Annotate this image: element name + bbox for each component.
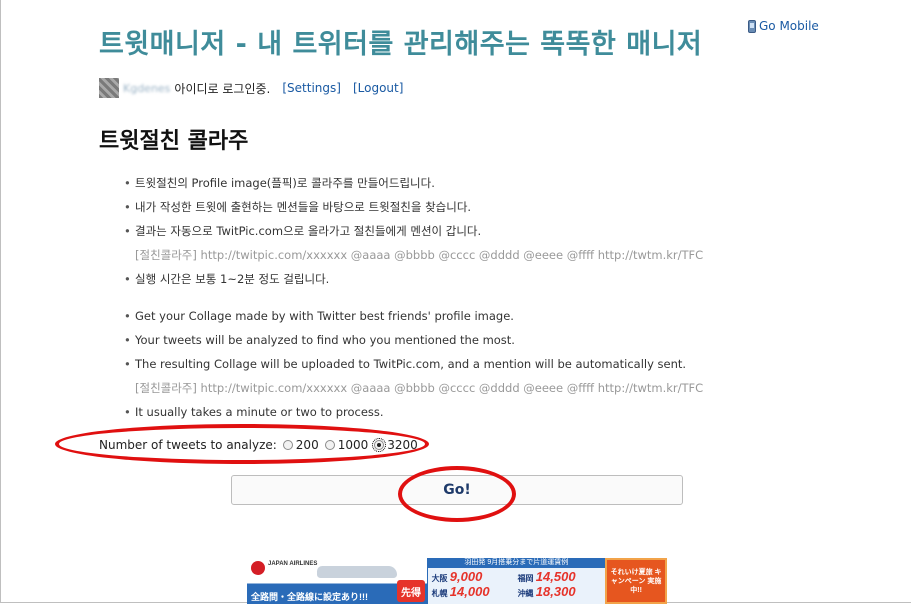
radio-label: 200	[295, 438, 319, 452]
advertisement-banner[interactable]: JAPAN AIRLINES 先得 全路問・全路線に設定あり!!! 羽田発 9月…	[247, 558, 667, 604]
radio-label: 3200	[387, 438, 418, 452]
example-tweet: [절친콜라주] http://twitpic.com/xxxxxx @aaaa …	[135, 381, 704, 395]
korean-description-list: 트윗절친의 Profile image(플픽)로 콜라주를 만들어드립니다. 내…	[124, 171, 703, 291]
ad-sale-badge: 先得	[397, 580, 425, 602]
list-item: The resulting Collage will be uploaded t…	[124, 352, 703, 376]
list-item: Get your Collage made by with Twitter be…	[124, 304, 703, 328]
mobile-phone-icon	[748, 19, 756, 33]
list-item: 결과는 자동으로 TwitPic.com으로 올라가고 절친들에게 멘션이 갑니…	[124, 219, 703, 243]
list-item: It usually takes a minute or two to proc…	[124, 400, 703, 424]
list-item: Your tweets will be analyzed to find who…	[124, 328, 703, 352]
radio-label: 1000	[337, 438, 369, 452]
ad-left-panel: JAPAN AIRLINES 先得 全路問・全路線に設定あり!!!	[247, 558, 427, 604]
ad-airline-name: JAPAN AIRLINES	[268, 561, 318, 567]
ad-fare-panel: 羽田発 9月搭乗分まで片道運賃例 大阪 9,000 福岡 14,500 札幌 1…	[426, 558, 606, 604]
list-item: 실행 시간은 보통 1~2분 정도 걸립니다.	[124, 267, 703, 291]
radio-option-3200[interactable]: 3200	[368, 438, 418, 452]
radio-option-200[interactable]: 200	[277, 438, 319, 452]
ad-fare-item: 沖縄 18,300	[517, 584, 576, 599]
go-mobile-label: Go Mobile	[759, 19, 819, 33]
user-bar: Kgdenes 아이디로 로그인중. [Settings] [Logout]	[99, 78, 415, 98]
tweet-count-selector: Number of tweets to analyze: 200 1000 32…	[99, 438, 418, 452]
airplane-icon	[317, 566, 397, 578]
login-status: 아이디로 로그인중.	[174, 81, 271, 96]
jal-logo-icon	[251, 561, 265, 575]
radio-option-1000[interactable]: 1000	[319, 438, 369, 452]
ad-fare-header: 羽田発 9月搭乗分まで片道運賃例	[427, 558, 606, 568]
list-item: 트윗절친의 Profile image(플픽)로 콜라주를 만들어드립니다.	[124, 171, 703, 195]
username: Kgdenes	[123, 81, 171, 95]
avatar	[99, 78, 119, 98]
ad-campaign-panel: それいけ夏旅 キャンペーン 実施中!!	[605, 558, 667, 604]
section-title: 트윗절친 콜라주	[99, 129, 249, 154]
ad-fare-item: 札幌 14,000	[431, 584, 490, 599]
page-title: 트윗매니저 - 내 트위터를 관리해주는 똑똑한 매니저	[99, 29, 703, 60]
go-button[interactable]: Go!	[231, 475, 683, 505]
list-item: 내가 작성한 트윗에 출현하는 멘션들을 바탕으로 트윗절친을 찾습니다.	[124, 195, 703, 219]
settings-link[interactable]: [Settings]	[282, 81, 341, 95]
tweet-count-label: Number of tweets to analyze:	[99, 438, 277, 452]
radio-button[interactable]	[282, 440, 293, 450]
logout-link[interactable]: [Logout]	[353, 81, 403, 95]
english-description-list: Get your Collage made by with Twitter be…	[124, 304, 703, 424]
radio-button-selected[interactable]	[372, 438, 387, 452]
example-tweet: [절친콜라주] http://twitpic.com/xxxxxx @aaaa …	[135, 248, 704, 262]
ad-fare-item: 福岡 14,500	[517, 569, 576, 584]
ad-fare-item: 大阪 9,000	[431, 569, 483, 584]
radio-button[interactable]	[324, 440, 335, 450]
go-mobile-link[interactable]: Go Mobile	[748, 19, 819, 33]
ad-left-text: 全路問・全路線に設定あり!!!	[251, 592, 368, 602]
